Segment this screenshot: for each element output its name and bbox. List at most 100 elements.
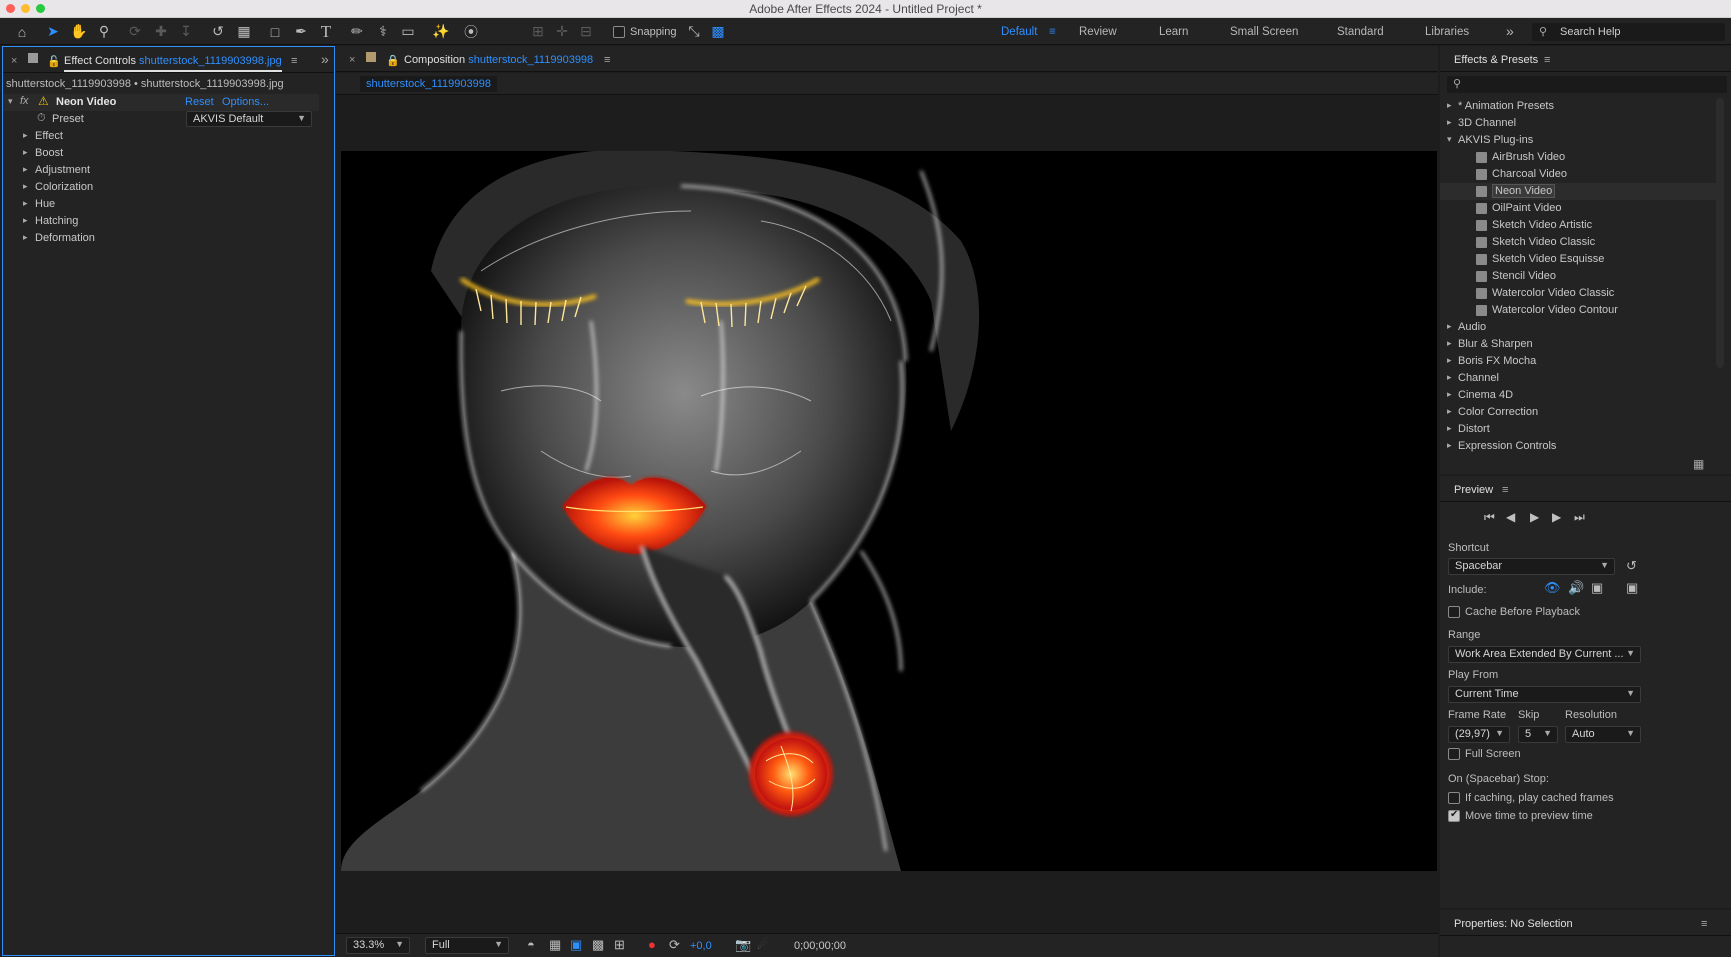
more-workspaces-icon[interactable]: »	[1506, 23, 1514, 39]
chevron-right-icon[interactable]: ▸	[23, 232, 28, 243]
include-overlays-icon[interactable]: ▣	[1591, 580, 1603, 596]
effect-category[interactable]: ▸ Audio	[1440, 319, 1710, 336]
reset-exposure-icon[interactable]: ⟳	[669, 937, 680, 953]
chevron-right-icon[interactable]: ▸	[23, 147, 28, 158]
pan-camera-icon[interactable]: ✚	[150, 21, 172, 42]
resolution-dropdown[interactable]: Auto ▼	[1565, 726, 1641, 743]
effect-category[interactable]: ▸ Color Correction	[1440, 404, 1710, 421]
new-bin-icon[interactable]: ▦	[1693, 457, 1704, 471]
chevron-right-icon[interactable]: ▸	[1447, 440, 1452, 451]
resolution-dropdown[interactable]: Full ▼	[425, 937, 509, 954]
effect-item[interactable]: Sketch Video Artistic	[1440, 217, 1710, 234]
panel-menu-icon[interactable]: ≡	[1502, 484, 1508, 496]
effect-item[interactable]: Watercolor Video Classic	[1440, 285, 1710, 302]
fast-previews-icon[interactable]: ◓	[527, 937, 535, 952]
show-snapshot-icon[interactable]: ☄	[757, 937, 769, 953]
chevron-right-icon[interactable]: ▸	[1447, 389, 1452, 400]
effect-category[interactable]: ▸ 3D Channel	[1440, 115, 1710, 132]
preset-dropdown[interactable]: AKVIS Default ▼	[186, 111, 312, 127]
preview-title[interactable]: Preview	[1454, 484, 1493, 496]
effect-item[interactable]: Sketch Video Esquisse	[1440, 251, 1710, 268]
skip-dropdown[interactable]: 5 ▼	[1518, 726, 1558, 743]
full-screen-checkbox[interactable]	[1448, 748, 1460, 760]
mask-visibility-icon[interactable]: ▣	[570, 937, 582, 953]
effect-category[interactable]: ▸ Blur & Sharpen	[1440, 336, 1710, 353]
orbit-camera-icon[interactable]: ⟳	[124, 21, 146, 42]
home-icon[interactable]: ⌂	[11, 21, 33, 42]
include-audio-icon[interactable]: 🔊	[1568, 580, 1584, 596]
effect-category[interactable]: ▸ Boris FX Mocha	[1440, 353, 1710, 370]
rotation-tool-icon[interactable]: ↺	[207, 21, 229, 42]
chevron-right-icon[interactable]: ▸	[23, 130, 28, 141]
view-axis-icon[interactable]: ⊟	[575, 21, 597, 42]
previous-frame-icon[interactable]: ◀	[1506, 510, 1515, 524]
pen-tool-icon[interactable]: ✒	[290, 21, 312, 42]
panel-menu-icon[interactable]: ≡	[1701, 918, 1707, 930]
chevron-right-icon[interactable]: ▸	[1447, 117, 1452, 128]
local-axis-icon[interactable]: ⊞	[527, 21, 549, 42]
workspace-libraries[interactable]: Libraries	[1425, 26, 1469, 38]
effect-item[interactable]: Stencil Video	[1440, 268, 1710, 285]
roto-brush-tool-icon[interactable]: ✨	[430, 21, 452, 42]
pan-behind-tool-icon[interactable]: ▦	[233, 21, 255, 42]
stopwatch-icon[interactable]: ⏱	[37, 112, 46, 125]
effect-group-adjustment[interactable]: ▸ Adjustment	[3, 162, 319, 179]
selection-tool-icon[interactable]: ➤	[42, 21, 64, 42]
reset-shortcut-icon[interactable]: ↺	[1626, 558, 1637, 574]
close-tab-icon[interactable]: ×	[349, 54, 355, 66]
effect-category[interactable]: ▸ * Animation Presets	[1440, 98, 1710, 115]
clone-stamp-tool-icon[interactable]: ⚕	[372, 21, 394, 42]
chevron-right-icon[interactable]: ▸	[1447, 100, 1452, 111]
chevron-right-icon[interactable]: ▸	[1447, 372, 1452, 383]
first-frame-icon[interactable]: ⏮	[1484, 510, 1495, 525]
range-dropdown[interactable]: Work Area Extended By Current ... ▼	[1448, 646, 1641, 663]
composition-subtab[interactable]: shutterstock_1119903998	[360, 76, 497, 92]
effect-group-deformation[interactable]: ▸ Deformation	[3, 230, 319, 247]
transparency-grid-icon[interactable]: ▦	[549, 937, 561, 953]
timecode[interactable]: 0;00;00;00	[794, 940, 846, 952]
properties-title[interactable]: Properties: No Selection	[1454, 918, 1573, 930]
tab-composition[interactable]: Composition shutterstock_1119903998	[404, 54, 593, 66]
tab-effect-controls[interactable]: Effect Controls shutterstock_1119903998.…	[64, 55, 282, 72]
effect-group-hatching[interactable]: ▸ Hatching	[3, 213, 319, 230]
external-output-icon[interactable]: ▣	[1626, 580, 1638, 596]
type-tool-icon[interactable]: T	[315, 21, 337, 42]
snap-feature-icon[interactable]: ▩	[707, 21, 729, 42]
effect-item[interactable]: Sketch Video Classic	[1440, 234, 1710, 251]
include-video-icon[interactable]: 👁	[1544, 580, 1561, 596]
effect-category[interactable]: ▸ Cinema 4D	[1440, 387, 1710, 404]
grid-guides-icon[interactable]: ⊞	[614, 937, 625, 953]
effect-row-neon-video[interactable]: ▾ fx ⚠ Neon Video Reset Options...	[3, 94, 319, 111]
chevron-right-icon[interactable]: ▸	[23, 181, 28, 192]
effect-group-colorization[interactable]: ▸ Colorization	[3, 179, 319, 196]
options-link[interactable]: Options...	[222, 96, 269, 108]
frame-rate-dropdown[interactable]: (29,97) ▼	[1448, 726, 1510, 743]
effect-item[interactable]: Watercolor Video Contour	[1440, 302, 1710, 319]
effect-collapse-chevron-icon[interactable]: ▾	[8, 96, 13, 107]
reset-link[interactable]: Reset	[185, 96, 214, 108]
effect-item[interactable]: AirBrush Video	[1440, 149, 1710, 166]
workspace-learn[interactable]: Learn	[1159, 26, 1188, 38]
fx-icon[interactable]: fx	[20, 95, 29, 107]
effects-search-field[interactable]: ⚲	[1447, 76, 1727, 93]
brush-tool-icon[interactable]: ✏	[346, 21, 368, 42]
play-from-dropdown[interactable]: Current Time ▼	[1448, 686, 1641, 703]
hand-tool-icon[interactable]: ✋	[68, 21, 90, 42]
panel-menu-icon[interactable]: ≡	[291, 55, 297, 67]
chevron-right-icon[interactable]: ▸	[23, 198, 28, 209]
search-help-field[interactable]: ⚲ Search Help	[1532, 23, 1725, 41]
last-frame-icon[interactable]: ⏭	[1574, 510, 1585, 525]
move-time-checkbox[interactable]: ✔	[1448, 809, 1460, 822]
magnification-dropdown[interactable]: 33.3% ▼	[346, 937, 410, 954]
shortcut-dropdown[interactable]: Spacebar ▼	[1448, 558, 1615, 575]
effect-category[interactable]: ▸ Channel	[1440, 370, 1710, 387]
chevron-right-icon[interactable]: ▸	[1447, 406, 1452, 417]
effect-group-effect[interactable]: ▸ Effect	[3, 128, 319, 145]
effect-group-hue[interactable]: ▸ Hue	[3, 196, 319, 213]
chevron-right-icon[interactable]: ▸	[23, 215, 28, 226]
workspace-review[interactable]: Review	[1079, 26, 1117, 38]
composition-viewer[interactable]	[341, 151, 1437, 871]
dolly-camera-icon[interactable]: ↧	[175, 21, 197, 42]
effect-item[interactable]: Neon Video	[1440, 183, 1723, 200]
chevron-right-icon[interactable]: ▸	[1447, 321, 1452, 332]
